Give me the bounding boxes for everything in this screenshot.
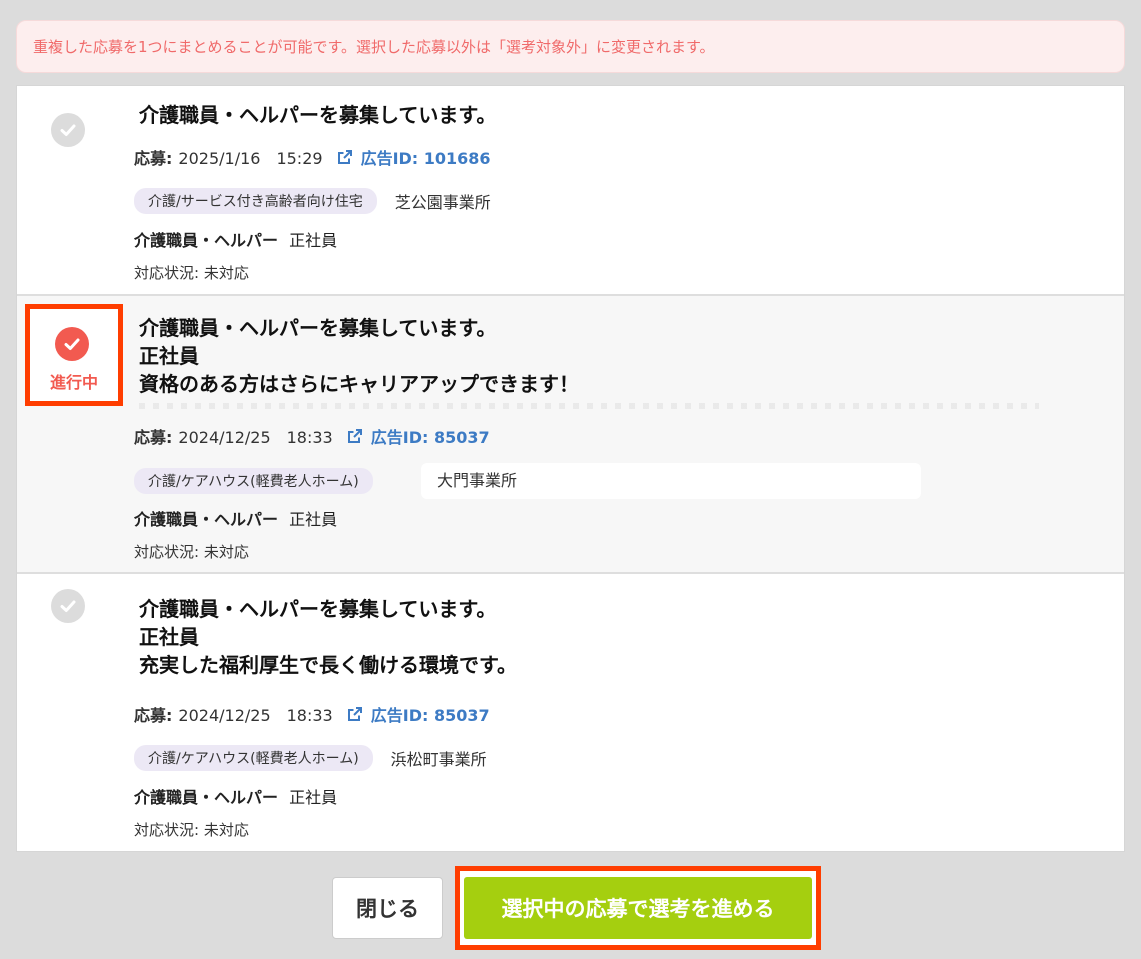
check-circle-icon[interactable] bbox=[51, 589, 85, 623]
applied-meta: 応募: 2024/12/25 18:33 広告ID: 85037 bbox=[134, 424, 490, 448]
application-list: 介護職員・ヘルパーを募集しています。 応募: 2025/1/16 15:29 広… bbox=[16, 85, 1125, 852]
application-card[interactable]: 介護職員・ヘルパーを募集しています。 正社員 充実した福利厚生で長く働ける環境で… bbox=[17, 572, 1124, 851]
active-selection-box[interactable]: 進行中 bbox=[25, 304, 123, 406]
external-link-icon[interactable] bbox=[337, 149, 353, 165]
application-card[interactable]: 介護職員・ヘルパーを募集しています。 応募: 2025/1/16 15:29 広… bbox=[17, 86, 1124, 294]
check-circle-icon[interactable] bbox=[51, 113, 85, 147]
job-info: 介護職員・ヘルパー 正社員 bbox=[134, 506, 337, 530]
tag-row: 介護/サービス付き高齢者向け住宅 芝公園事業所 bbox=[134, 188, 491, 214]
ad-id-link[interactable]: 広告ID: 85037 bbox=[371, 424, 490, 448]
job-info: 介護職員・ヘルパー 正社員 bbox=[134, 784, 337, 808]
office-name: 芝公園事業所 bbox=[394, 193, 491, 212]
job-title: 介護職員・ヘルパー bbox=[134, 231, 279, 250]
proceed-selection-button[interactable]: 選択中の応募で選考を進める bbox=[464, 877, 812, 939]
category-tag: 介護/ケアハウス(軽費老人ホーム) bbox=[134, 468, 373, 494]
employment-type: 正社員 bbox=[289, 231, 338, 250]
job-title-line: 介護職員・ヘルパーを募集しています。 bbox=[139, 597, 497, 621]
job-title-line: 資格のある方はさらにキャリアアップできます！ bbox=[139, 372, 579, 396]
applied-datetime: 2024/12/25 18:33 bbox=[178, 706, 333, 725]
tag-row: 介護/ケアハウス(軽費老人ホーム) 浜松町事業所 bbox=[134, 745, 487, 771]
application-card-active[interactable]: 進行中 介護職員・ヘルパーを募集しています。 正社員 資格のある方はさらにキャリ… bbox=[17, 294, 1124, 572]
status-text: 対応状況: 未対応 bbox=[134, 264, 249, 282]
employment-type: 正社員 bbox=[289, 788, 338, 807]
close-button[interactable]: 閉じる bbox=[332, 877, 443, 939]
category-tag: 介護/サービス付き高齢者向け住宅 bbox=[134, 188, 377, 214]
proceed-button-highlight: 選択中の応募で選考を進める bbox=[455, 866, 821, 950]
job-info: 介護職員・ヘルパー 正社員 bbox=[134, 227, 337, 251]
applied-meta: 応募: 2025/1/16 15:29 広告ID: 101686 bbox=[134, 145, 491, 169]
category-tag: 介護/ケアハウス(軽費老人ホーム) bbox=[134, 745, 373, 771]
applied-label: 応募: bbox=[134, 706, 173, 725]
applied-datetime: 2024/12/25 18:33 bbox=[178, 428, 333, 447]
job-title-line: 介護職員・ヘルパーを募集しています。 bbox=[139, 316, 497, 340]
truncated-text-line bbox=[139, 403, 1039, 409]
tag-row: 介護/ケアハウス(軽費老人ホーム) bbox=[134, 468, 373, 494]
check-circle-icon[interactable] bbox=[55, 327, 89, 361]
ad-id-link[interactable]: 広告ID: 85037 bbox=[371, 702, 490, 726]
status-text: 対応状況: 未対応 bbox=[134, 821, 249, 839]
job-title-line: 正社員 bbox=[139, 344, 199, 368]
applied-label: 応募: bbox=[134, 149, 173, 168]
status-text: 対応状況: 未対応 bbox=[134, 543, 249, 561]
office-name: 浜松町事業所 bbox=[390, 750, 487, 769]
applied-label: 応募: bbox=[134, 428, 173, 447]
job-title: 介護職員・ヘルパー bbox=[134, 510, 279, 529]
office-name: 大門事業所 bbox=[421, 463, 921, 499]
job-title-line: 介護職員・ヘルパーを募集しています。 bbox=[139, 103, 497, 127]
job-title-line: 正社員 bbox=[139, 625, 199, 649]
applied-datetime: 2025/1/16 15:29 bbox=[178, 149, 323, 168]
applied-meta: 応募: 2024/12/25 18:33 広告ID: 85037 bbox=[134, 702, 490, 726]
in-progress-label: 進行中 bbox=[49, 373, 98, 392]
employment-type: 正社員 bbox=[289, 510, 338, 529]
ad-id-link[interactable]: 広告ID: 101686 bbox=[361, 145, 491, 169]
job-title-line: 充実した福利厚生で長く働ける環境です。 bbox=[139, 653, 517, 677]
external-link-icon[interactable] bbox=[347, 428, 363, 444]
job-title: 介護職員・ヘルパー bbox=[134, 788, 279, 807]
external-link-icon[interactable] bbox=[347, 706, 363, 722]
merge-notice: 重複した応募を1つにまとめることが可能です。選択した応募以外は「選考対象外」に変… bbox=[16, 20, 1125, 73]
